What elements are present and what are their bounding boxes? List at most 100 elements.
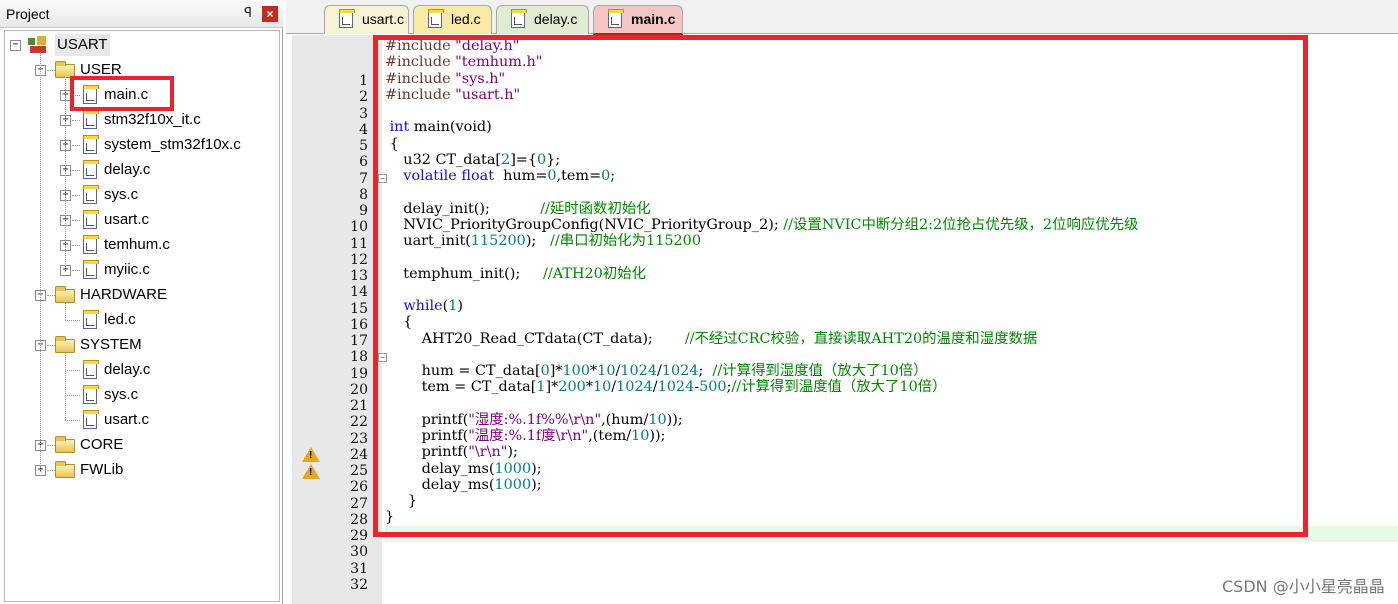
line-number: 32 [350,576,368,593]
tree-file-item[interactable]: usart.c [104,209,149,231]
tab-delay-c[interactable]: delay.c [496,5,589,34]
code-line[interactable]: printf("\r\n"); [385,444,1398,460]
code-line[interactable]: delay_ms(1000); [385,477,1398,493]
collapse-icon[interactable]: − [10,40,21,51]
code-token: ; [610,168,616,184]
tab-bar: usart.c led.c delay.c main.c [286,0,1398,35]
code-token: 500 [699,379,727,396]
code-line[interactable] [385,282,1398,298]
tab-led-c[interactable]: led.c [413,5,492,34]
tree-file-item[interactable]: system_stm32f10x.c [104,134,241,156]
line-number: 11 [350,235,368,252]
editor-area: usart.c led.c delay.c main.c 1 2 3 4 5 6 7 8 9 10 11 1… [286,0,1398,604]
code-view[interactable]: #include "delay.h" #include "temhum.h" #in… [385,38,1398,558]
tree-file-item[interactable]: delay.c [104,159,150,181]
code-line[interactable]: printf("温度:%.1f度\r\n",(tem/10)); [385,428,1398,444]
code-line[interactable]: { [385,314,1398,330]
code-line[interactable]: } [385,493,1398,509]
file-c-icon [83,110,99,129]
code-line[interactable]: #include "usart.h" [385,87,1398,103]
code-line[interactable]: uart_init(115200); //串口初始化为115200 [385,233,1398,249]
code-line[interactable]: #include "delay.h" [385,38,1398,54]
code-token: ); [531,476,542,493]
code-token: 1024 [661,363,699,379]
code-line[interactable]: u32 CT_data[2]={0}; [385,152,1398,168]
code-token: #include [385,38,456,54]
tree-group-system[interactable]: SYSTEM [80,334,142,356]
code-token: delay_init(); [385,200,541,217]
line-number: 30 [350,544,368,561]
line-number: 4 [359,121,368,138]
code-line[interactable] [385,396,1398,412]
code-token: 115200 [470,233,526,249]
code-line[interactable] [385,103,1398,119]
code-token: main(void) [409,119,492,136]
close-icon[interactable]: × [262,6,278,22]
code-line[interactable]: temphum_init(); //ATH20初始化 [385,266,1398,282]
code-line[interactable]: int main(void) [385,119,1398,135]
file-c-icon [83,160,99,179]
code-token: 1024 [620,363,657,379]
tab-main-c[interactable]: main.c [593,5,683,35]
tab-usart-c[interactable]: usart.c [324,5,409,34]
line-number: 26 [350,479,368,496]
code-token: delay_ms( [385,460,495,477]
tree-group-hardware[interactable]: HARDWARE [80,284,167,306]
line-numbers: 1 2 3 4 5 6 7 8 9 10 11 12 13 14 15 16 17 18 19 20 21 22 23 24 2… [292,73,380,593]
code-line[interactable]: AHT20_Read_CTdata(CT_data); //不经过CRC校验，直… [385,331,1398,347]
code-line[interactable]: while(1) [385,298,1398,314]
code-token: printf( [385,428,469,444]
code-token: 1000 [494,476,532,493]
code-line[interactable]: hum = CT_data[0]*100*10/1024/1024; //计算得… [385,363,1398,379]
code-token: printf( [385,444,469,461]
tree-file-item[interactable]: myiic.c [104,259,150,281]
tree-file-item[interactable]: led.c [104,309,136,331]
tree-file-item[interactable]: stm32f10x_it.c [104,109,201,131]
code-line[interactable]: NVIC_PriorityGroupConfig(NVIC_PriorityGr… [385,217,1398,233]
code-line[interactable] [385,347,1398,363]
code-token: ); [525,233,550,249]
tree-file-item[interactable]: sys.c [104,384,138,406]
code-line[interactable] [385,184,1398,200]
tree-group-user[interactable]: USER [80,59,122,81]
code-line[interactable]: tem = CT_data[1]*200*10/1024/1024-500;//… [385,379,1398,395]
code-line[interactable]: delay_ms(1000); [385,461,1398,477]
tree-connector [72,170,80,171]
tree-root-label[interactable]: USART [55,34,110,56]
code-token: int [389,119,410,136]
code-line[interactable]: #include "sys.h" [385,71,1398,87]
tree-connector [47,470,55,471]
code-line[interactable] [385,525,1398,542]
code-line[interactable]: volatile float hum=0,tem=0; [385,168,1398,184]
line-gutter: 1 2 3 4 5 6 7 8 9 10 11 12 13 14 15 16 17 18 19 20 21 22 23 24 2… [292,35,387,604]
tree-file-item[interactable]: main.c [104,84,148,106]
tree-file-item[interactable]: delay.c [104,359,150,381]
tree-group-core[interactable]: CORE [80,434,123,456]
code-line[interactable]: #include "temhum.h" [385,54,1398,70]
tree-file-item[interactable]: usart.c [104,409,149,431]
code-token: //设置NVIC中断分组2:2位抢占优先级，2位响应优先级 [783,216,1139,233]
code-token: 10 [597,363,616,379]
tree-file-item[interactable]: temhum.c [104,234,170,256]
code-line[interactable] [385,249,1398,265]
line-number: 29 [350,528,368,544]
code-token: 0 [547,168,557,184]
watermark: CSDN @小小星亮晶晶 [1222,577,1385,596]
file-c-icon [339,9,355,28]
code-line[interactable] [385,542,1398,558]
code-token: //ATH20初始化 [543,265,646,282]
code-line[interactable]: { [385,136,1398,152]
tree-connector [47,445,55,446]
code-token: "delay.h" [455,38,520,54]
file-c-icon [83,210,99,229]
pin-icon[interactable]: ꟼ [241,5,255,21]
file-c-icon [83,310,99,329]
line-number: 17 [350,333,368,349]
code-line[interactable]: delay_init(); //延时函数初始化 [385,201,1398,217]
code-token: #include [385,54,456,71]
tree-file-item[interactable]: sys.c [104,184,138,206]
tree-group-fwlib[interactable]: FWLib [80,459,123,481]
code-line[interactable]: printf("湿度:%.1f%%\r\n",(hum/10)); [385,412,1398,428]
code-line[interactable]: } [385,509,1398,525]
